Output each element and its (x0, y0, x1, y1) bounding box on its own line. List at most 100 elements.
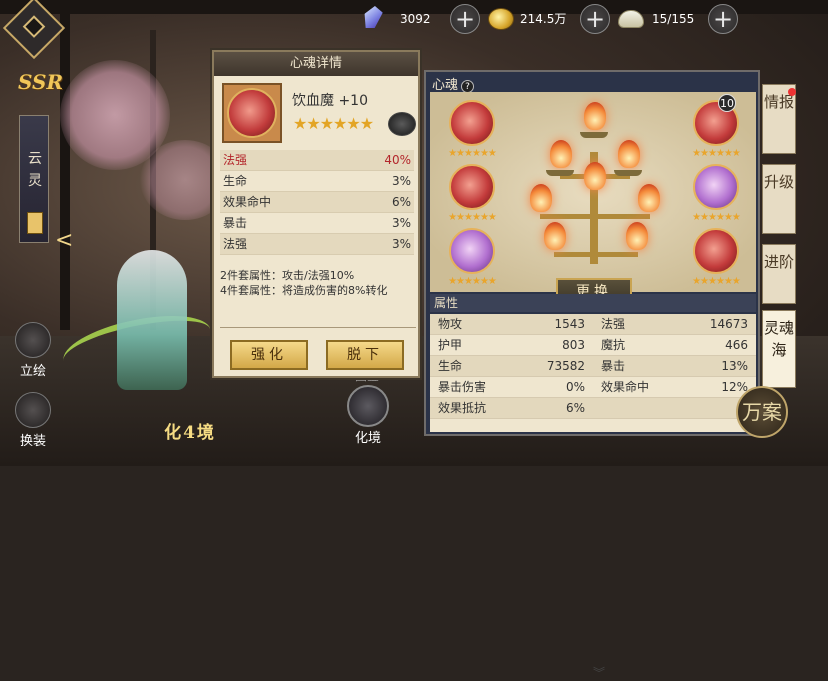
soul-orb-icon (693, 228, 739, 274)
add-stamina-button[interactable]: + (708, 4, 738, 34)
transform-icon (347, 385, 389, 427)
soul-set-title: 心魂? (432, 74, 475, 93)
soul-set-title-text: 心魂 (432, 78, 459, 93)
set-bonus-text: 2件套属性：攻击/法强10% 4件套属性：将造成伤害的8%转化 (220, 268, 416, 300)
enhance-button[interactable]: 强化 (230, 340, 308, 370)
soul-icon (227, 88, 277, 138)
soul-slot-5[interactable]: ★★★★★★ (688, 164, 744, 230)
stat-name: 效果命中 (223, 195, 272, 209)
soul-name: 饮血魔 +10 (292, 93, 368, 109)
stamina-bowl-icon (618, 10, 644, 28)
soul-slot-4[interactable]: 10 ★★★★★★ (688, 94, 744, 166)
attr-name: 暴击 (601, 359, 626, 373)
add-jade-button[interactable]: + (450, 4, 480, 34)
slot-stars: ★★★★★★ (448, 276, 497, 287)
slot-stars: ★★★★★★ (692, 276, 741, 287)
attr-value: 6% (565, 401, 585, 415)
soul-tree-icon (530, 102, 660, 267)
character-name-char: 灵 (28, 173, 42, 189)
gold-coin-icon (488, 8, 514, 30)
soul-orb-icon (449, 228, 495, 274)
transform-stage-label: 化4境 (164, 423, 216, 443)
soul-stat-list: 法强 40% 生命 3% 效果命中 6% 暴击 3% 法强 3% (220, 150, 414, 255)
slot-stars: ★★★★★★ (692, 148, 741, 159)
attr-value: 73582 (546, 359, 585, 373)
tab-advance-label: 进阶 (763, 253, 794, 271)
back-icon (22, 15, 46, 38)
soul-type-icon[interactable] (388, 112, 416, 136)
soul-slot-area: ★★★★★★ ★★★★★★ ★★★★★★ 10 ★★★★★★ ★★★★★★ ★★… (430, 92, 756, 306)
stat-name: 暴击 (223, 216, 248, 230)
attr-row: 效果抵抗 6% (430, 398, 756, 419)
slot-level-badge: 10 (718, 94, 736, 112)
slot-stars: ★★★★★★ (448, 212, 497, 223)
soul-slot-1[interactable]: ★★★★★★ (444, 100, 500, 166)
outfit-icon (15, 392, 51, 428)
scroll-down-icon[interactable]: ︾ (593, 664, 605, 681)
slot-stars: ★★★★★★ (448, 148, 497, 159)
soul-orb-icon (693, 164, 739, 210)
character-model (58, 240, 222, 410)
tab-upgrade[interactable]: 升级 (762, 164, 796, 234)
attr-row: 生命 73582 暴击 13% (430, 356, 756, 377)
attr-row: 护甲 803 魔抗 466 (430, 335, 756, 356)
attr-name: 魔抗 (601, 338, 626, 352)
stat-name: 生命 (223, 174, 248, 188)
attr-name: 暴击伤害 (438, 380, 487, 394)
stat-name: 法强 (223, 237, 248, 251)
character-name-strip: 云 灵 (19, 115, 49, 243)
tab-upgrade-label: 升级 (763, 173, 794, 191)
slot-stars: ★★★★★★ (692, 212, 741, 223)
soul-slot-3[interactable]: ★★★★★★ (444, 228, 500, 294)
wanan-badge[interactable]: 万案 (736, 386, 788, 438)
attr-name: 物攻 (438, 317, 463, 331)
stamina-amount: 15/155 (652, 12, 695, 26)
soul-orb-icon (449, 164, 495, 210)
gold-amount: 214.5万 (520, 12, 567, 26)
attributes-header: 属性 (430, 294, 756, 312)
stat-value: 6% (391, 195, 411, 209)
portrait-label: 立绘 (19, 364, 46, 379)
outfit-label: 换装 (19, 434, 46, 449)
remove-button[interactable]: 脱下 (326, 340, 404, 370)
attr-value: 466 (725, 338, 748, 352)
stat-row: 暴击 3% (220, 213, 414, 234)
character-name-char: 云 (28, 151, 42, 167)
tab-soul-sea-label: 灵魂海 (763, 319, 794, 359)
soul-slot-2[interactable]: ★★★★★★ (444, 164, 500, 230)
add-gold-button[interactable]: + (580, 4, 610, 34)
stat-row: 生命 3% (220, 171, 414, 192)
soul-orb-icon (449, 100, 495, 146)
attr-row: 暴击伤害 0% 效果命中 12% (430, 377, 756, 398)
attributes-table: 物攻 1543 法强 14673 护甲 803 魔抗 466 生命 73582 暴击 13%… (430, 314, 756, 680)
portrait-icon (15, 322, 51, 358)
soul-detail-title: 心魂详情 (214, 52, 418, 76)
jade-amount: 3092 (400, 12, 431, 26)
tab-soul-sea[interactable]: 灵魂海 (762, 310, 796, 388)
attr-value: 803 (562, 338, 585, 352)
attr-value: 14673 (709, 317, 748, 331)
soul-set-panel: 心魂? ★★★★★★ ★★★★★★ ★★★★★★ 10 ★★★★★★ ★★★★★… (424, 70, 760, 680)
seal-icon (27, 212, 43, 234)
attr-value: 1543 (554, 317, 585, 331)
stat-value: 3% (391, 237, 411, 251)
stat-value: 3% (391, 216, 411, 230)
jade-icon (362, 6, 384, 28)
notification-dot (788, 88, 796, 96)
attr-row: 物攻 1543 法强 14673 (430, 314, 756, 335)
soul-stars: ★★★★★★ (293, 114, 374, 133)
portrait-button[interactable]: 立绘 (10, 322, 56, 379)
attr-value: 0% (565, 380, 585, 394)
transform-button[interactable]: 化境 (340, 385, 396, 446)
attr-name: 效果抵抗 (438, 401, 487, 415)
stat-row: 法强 40% (220, 150, 414, 171)
stat-row: 效果命中 6% (220, 192, 414, 213)
tab-advance[interactable]: 进阶 (762, 244, 796, 304)
stat-value: 40% (384, 153, 411, 167)
transform-label: 化境 (354, 431, 381, 446)
set-bonus-2: 2件套属性：攻击/法强10% (220, 269, 355, 282)
outfit-button[interactable]: 换装 (10, 392, 56, 449)
stat-name: 法强 (223, 153, 248, 167)
attr-name: 生命 (438, 359, 463, 373)
soul-slot-6[interactable]: ★★★★★★ (688, 228, 744, 294)
